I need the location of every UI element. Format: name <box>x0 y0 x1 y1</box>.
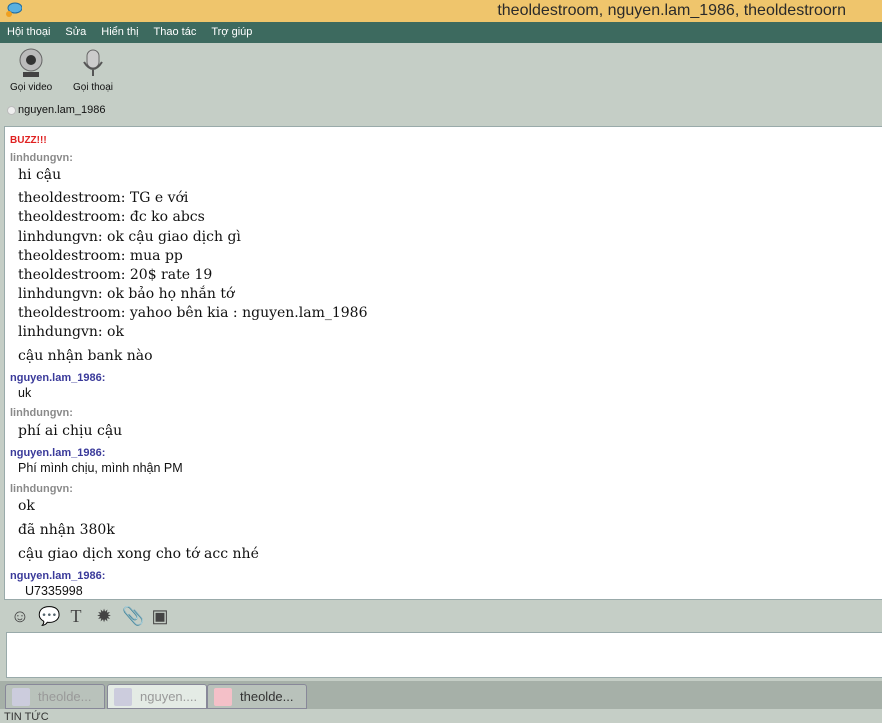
message-text: linhdungvn: ok cậu giao dịch gì <box>18 229 241 245</box>
message-input[interactable] <box>6 632 882 678</box>
menu-bar: Hội thoại Sửa Hiển thị Thao tác Trợ giúp <box>0 22 882 43</box>
message-sender: linhdungvn: <box>10 152 73 164</box>
buzz-icon[interactable]: ✹ <box>94 606 114 627</box>
avatar <box>214 687 232 706</box>
message-sender: nguyen.lam_1986: <box>10 372 106 384</box>
webcam-icon <box>19 48 43 77</box>
message-sender: linhdungvn: <box>10 483 73 495</box>
message-text: hi cậu <box>18 167 62 183</box>
message-text: ok <box>18 498 35 514</box>
tab-theoldestroom-1[interactable]: theolde... <box>5 684 105 709</box>
message-text: phí ai chịu cậu <box>18 423 123 439</box>
tab-label: nguyen.... <box>140 689 198 704</box>
text-format-icon[interactable]: T <box>66 606 86 627</box>
tab-nguyen[interactable]: nguyen.... <box>107 684 207 709</box>
window-title: theoldestroom, nguyen.lam_1986, theoldes… <box>497 2 846 19</box>
menu-edit[interactable]: Sửa <box>65 22 86 43</box>
message-text: theoldestroom: đc ko abcs <box>18 209 205 225</box>
message-text: theoldestroom: 20$ rate 19 <box>18 267 213 283</box>
tab-label: theolde... <box>38 689 92 704</box>
message-text: theoldestroom: TG e với <box>18 190 189 206</box>
message-sender: nguyen.lam_1986: <box>10 447 106 459</box>
video-call-button[interactable]: Gọi video <box>10 48 52 93</box>
tab-theoldestroom-2[interactable]: theolde... <box>207 684 307 709</box>
message-text: đã nhận 380k <box>18 522 115 538</box>
message-text: theoldestroom: yahoo bên kia : nguyen.la… <box>18 305 368 321</box>
contact-name: nguyen.lam_1986 <box>18 104 106 116</box>
buzz-notice: BUZZ!!! <box>10 135 47 146</box>
avatar <box>114 687 132 706</box>
message-sender: nguyen.lam_1986: <box>10 570 106 582</box>
video-call-label: Gọi video <box>10 82 53 93</box>
title-bar[interactable]: theoldestroom, nguyen.lam_1986, theoldes… <box>0 0 882 22</box>
image-icon[interactable]: ▣ <box>150 606 170 627</box>
microphone-icon <box>83 49 103 76</box>
attachment-icon[interactable]: 📎 <box>122 606 144 627</box>
menu-actions[interactable]: Thao tác <box>154 22 197 43</box>
status-dot-icon <box>7 105 16 115</box>
message-text: Phí mình chịu, mình nhận PM <box>18 461 183 475</box>
menu-help[interactable]: Trợ giúp <box>211 22 252 43</box>
menu-view[interactable]: Hiển thị <box>101 22 138 43</box>
conversation-tabs: theolde... nguyen.... theolde... <box>0 681 882 709</box>
voice-call-button[interactable]: Gọi thoại <box>73 48 113 93</box>
smiley-icon[interactable]: ☺ <box>10 606 30 627</box>
avatar <box>12 687 30 706</box>
format-toolbar: ☺ 💬 T ✹ 📎 ▣ <box>10 606 170 627</box>
app-icon <box>6 2 22 17</box>
chat-history[interactable]: BUZZ!!! linhdungvn: hi cậu theoldestroom: T… <box>4 126 882 600</box>
voice-bubble-icon[interactable]: 💬 <box>38 606 60 627</box>
message-text: uk <box>18 386 32 400</box>
message-text: linhdungvn: ok <box>18 324 124 340</box>
menu-conversation[interactable]: Hội thoại <box>7 22 50 43</box>
message-text: cậu giao dịch xong cho tớ acc nhé <box>18 546 259 562</box>
message-text: linhdungvn: ok bảo họ nhắn tớ <box>18 286 235 302</box>
tab-label: theolde... <box>240 689 294 704</box>
voice-call-label: Gọi thoại <box>73 82 114 93</box>
message-text: cậu nhận bank nào <box>18 348 153 364</box>
message-text: U7335998 <box>25 584 83 598</box>
news-label: TIN TỨC <box>4 711 49 723</box>
message-sender: linhdungvn: <box>10 407 73 419</box>
contact-status[interactable]: nguyen.lam_1986 <box>7 104 105 116</box>
message-text: theoldestroom: mua pp <box>18 248 183 264</box>
